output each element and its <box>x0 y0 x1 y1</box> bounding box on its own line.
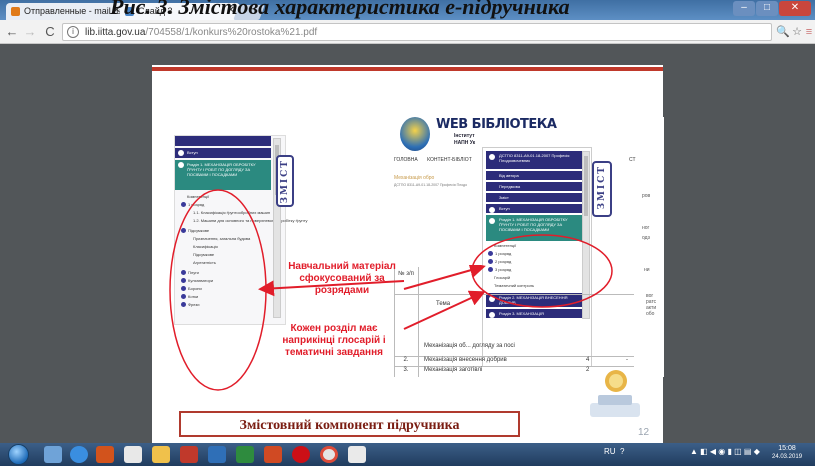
library-title: WEB БІБЛІОТЕКА <box>436 117 557 132</box>
zmist-tab-left[interactable]: ЗМІСТ <box>276 155 294 207</box>
nav-content[interactable]: КОНТЕНТ-БІБЛІОТ <box>427 157 472 163</box>
opera-icon[interactable] <box>292 446 310 463</box>
nav-more[interactable]: СТ <box>629 157 636 163</box>
faded-subtitle: ДСТПО 8311-А9-01.18-2007 Професія Плодо <box>394 183 468 187</box>
language-indicator[interactable]: RU <box>604 447 616 456</box>
pdf-page: Вступ Розділ 1. МЕХАНІЗАЦІЯ ОБРОБІТКУ ҐР… <box>152 65 664 445</box>
powerpoint-icon[interactable] <box>264 446 282 463</box>
reload-icon[interactable]: C <box>42 24 58 40</box>
slide-top-line <box>152 67 663 71</box>
app-icon[interactable] <box>124 446 142 463</box>
page-number: 12 <box>638 427 650 438</box>
zmist-tab-right[interactable]: ЗМІСТ <box>592 161 612 217</box>
explorer-icon[interactable] <box>44 446 62 463</box>
windows-orb-icon <box>8 444 29 465</box>
word-icon[interactable] <box>208 446 226 463</box>
right-menu-item[interactable]: Зміст <box>486 193 582 202</box>
app-icon[interactable] <box>348 446 366 463</box>
info-icon[interactable]: i <box>67 26 79 38</box>
windows-taskbar: RU ? ▲ ◧ ◀ ◉ ▮ ◫ ▤ ◆ 15:08 24.03.2019 <box>0 443 815 466</box>
right-menu-item[interactable]: Від автора <box>486 171 582 180</box>
start-button[interactable] <box>4 443 32 466</box>
url-text: lib.iitta.gov.ua/704558/1/konkurs%20rost… <box>85 27 318 38</box>
edge-text: ни <box>644 267 650 273</box>
edge-text: обо <box>646 311 655 317</box>
slide-caption-box: Змістовний компонент підручника <box>179 411 520 437</box>
faded-title: Механізація обро <box>394 175 435 181</box>
edge-text: ног <box>642 225 650 231</box>
browser-toolbar: ← → C i lib.iitta.gov.ua/704558/1/konkur… <box>0 20 815 44</box>
pdf-viewer[interactable]: Вступ Розділ 1. МЕХАНІЗАЦІЯ ОБРОБІТКУ ҐР… <box>0 45 815 445</box>
edge-text: ров <box>642 193 651 199</box>
document-caption: Рис. 3. Змістова характеристика е-підруч… <box>110 0 570 19</box>
library-logo-icon <box>400 117 430 151</box>
arrow-right-lower <box>403 290 486 330</box>
left-menu-item: Вступ <box>175 148 271 158</box>
chrome-icon[interactable] <box>320 446 338 463</box>
right-menu-item[interactable]: ДСТПО 8311-А9-01.18-2007 Професія Плодоо… <box>486 151 582 169</box>
arrow-right-upper <box>403 265 486 290</box>
annotation-arrows <box>258 265 486 330</box>
help-icon[interactable]: ? <box>620 447 624 456</box>
media-player-icon[interactable] <box>96 446 114 463</box>
nav-home[interactable]: ГОЛОВНА <box>394 157 418 163</box>
clock[interactable]: 15:08 24.03.2019 <box>772 444 802 462</box>
institute-line: НАПН Ук <box>454 140 476 146</box>
right-menu-item[interactable]: Передмова <box>486 182 582 191</box>
slide-caption: Змістовний компонент підручника <box>239 418 460 433</box>
tab-mail[interactable]: Отправленные - mail.ru ✕ <box>6 3 126 20</box>
edge-text: одз <box>642 235 650 241</box>
right-menu-item[interactable]: Вступ <box>486 204 582 213</box>
tray-icons[interactable]: ▲ ◧ ◀ ◉ ▮ ◫ ▤ ◆ <box>690 447 760 456</box>
folder-icon[interactable] <box>152 446 170 463</box>
forward-icon[interactable]: → <box>22 24 38 40</box>
menu-icon[interactable]: ≡ <box>802 25 815 39</box>
ie-icon[interactable] <box>70 446 88 463</box>
left-menu-item <box>175 136 271 146</box>
back-icon[interactable]: ← <box>4 24 20 40</box>
zoom-icon[interactable]: 🔍 <box>776 25 790 39</box>
arrow-left <box>258 280 405 297</box>
institute-line: Інститут <box>454 133 475 139</box>
decorative-books-icon <box>590 370 640 417</box>
app-icon[interactable] <box>180 446 198 463</box>
mail-favicon-icon <box>11 7 20 16</box>
excel-icon[interactable] <box>236 446 254 463</box>
address-bar[interactable]: i lib.iitta.gov.ua/704558/1/konkurs%20ro… <box>62 23 772 41</box>
tab-mail-label: Отправленные - mail.ru <box>24 6 122 16</box>
